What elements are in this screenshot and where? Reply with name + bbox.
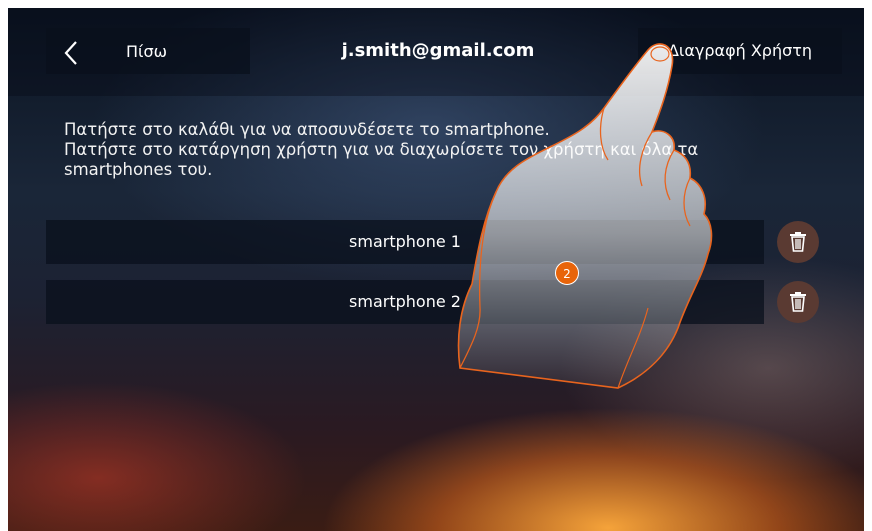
- pointing-hand-icon: [457, 43, 713, 389]
- step-badge: 2: [555, 261, 579, 285]
- intercom-screen: Πίσω j.smith@gmail.com Διαγραφή Χρήστη Π…: [8, 8, 864, 531]
